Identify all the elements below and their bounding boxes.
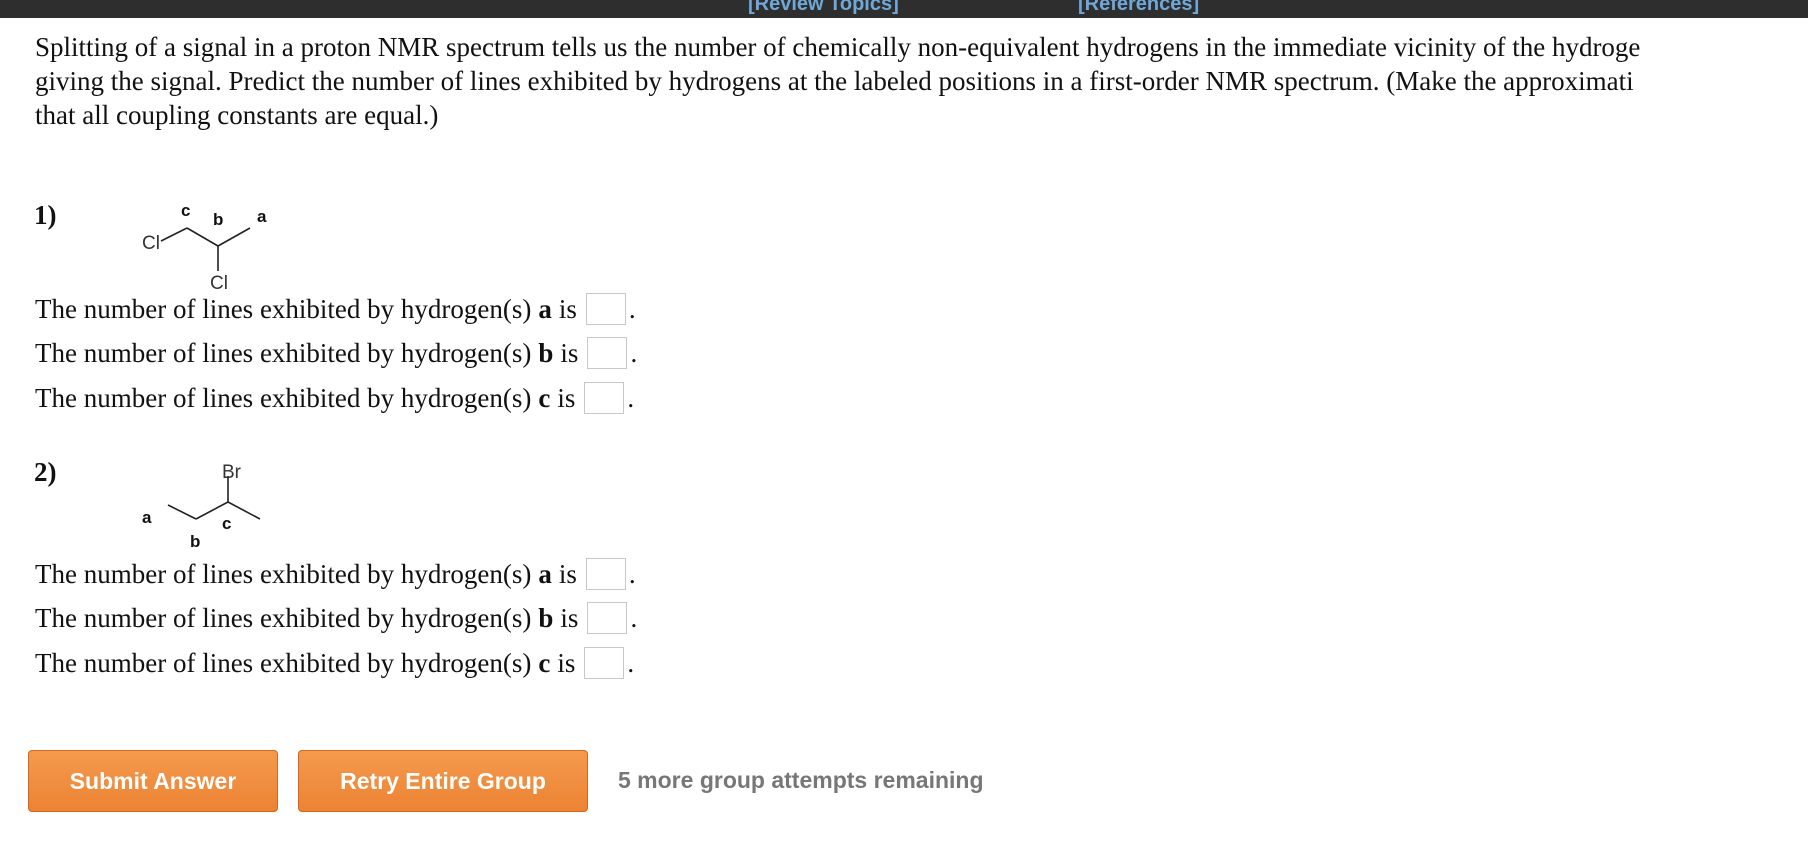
q2-row-a-period: . <box>628 559 636 589</box>
references-link[interactable]: [References] <box>1078 0 1199 16</box>
retry-entire-group-button[interactable]: Retry Entire Group <box>298 750 588 812</box>
question-1-number: 1) <box>34 200 57 230</box>
q2-row-c-is: is <box>557 648 576 678</box>
q2-row-a-prompt: The number of lines exhibited by hydroge… <box>35 559 532 589</box>
q1-row-b-prompt: The number of lines exhibited by hydroge… <box>35 338 532 368</box>
q2-row-a-is: is <box>558 559 577 589</box>
q1-row-a-prompt: The number of lines exhibited by hydroge… <box>35 294 532 324</box>
q1-row-c-period: . <box>627 383 635 413</box>
question-2-molecule-structure: Br a b c <box>142 462 261 551</box>
q2-row-c-label: c <box>538 648 551 678</box>
q2-row-b-period: . <box>630 603 638 633</box>
q2-answer-b-input[interactable] <box>587 602 628 634</box>
q1-label-c: c <box>181 201 190 220</box>
q1-answer-c-input[interactable] <box>584 382 625 414</box>
q2-label-c: c <box>222 514 231 533</box>
instructions-line-1: Splitting of a signal in a proton NMR sp… <box>35 32 1641 62</box>
q1-row-a: The number of lines exhibited by hydroge… <box>35 292 636 326</box>
attempts-remaining-text: 5 more group attempts remaining <box>618 767 984 793</box>
q2-row-c-prompt: The number of lines exhibited by hydroge… <box>35 648 532 678</box>
q1-answer-b-input[interactable] <box>587 337 628 369</box>
q2-label-b: b <box>190 532 200 551</box>
q1-row-c-label: c <box>538 383 551 413</box>
q1-row-c-is: is <box>557 383 576 413</box>
q2-row-b-label: b <box>538 603 554 633</box>
review-topics-link[interactable]: [Review Topics] <box>748 0 899 16</box>
top-navigation-bar: [Review Topics] [References] <box>0 0 1808 18</box>
q2-answer-a-input[interactable] <box>585 558 626 590</box>
instructions-line-3: that all coupling constants are equal.) <box>35 100 439 130</box>
q1-row-a-is: is <box>558 294 577 324</box>
q1-answer-a-input[interactable] <box>585 293 626 325</box>
q1-row-b-label: b <box>538 338 554 368</box>
question-1-molecule-structure: Cl Cl c b a <box>142 201 267 291</box>
q1-chlorine-label-bottom: Cl <box>210 273 228 291</box>
question-2-number: 2) <box>34 457 57 487</box>
q2-row-c-period: . <box>627 648 635 678</box>
question-instructions: Splitting of a signal in a proton NMR sp… <box>35 30 1795 132</box>
submit-answer-button[interactable]: Submit Answer <box>28 750 278 812</box>
q2-bromine-label: Br <box>222 462 242 483</box>
q1-label-a: a <box>257 207 267 226</box>
q2-answer-c-input[interactable] <box>584 647 625 679</box>
q2-row-a: The number of lines exhibited by hydroge… <box>35 557 636 591</box>
q2-label-a: a <box>142 508 152 527</box>
q2-row-b-prompt: The number of lines exhibited by hydroge… <box>35 603 532 633</box>
q2-row-b-is: is <box>560 603 579 633</box>
q1-row-a-period: . <box>628 294 636 324</box>
q1-row-c-prompt: The number of lines exhibited by hydroge… <box>35 383 532 413</box>
q1-label-b: b <box>213 210 223 229</box>
q1-row-b-period: . <box>630 338 638 368</box>
instructions-line-2: giving the signal. Predict the number of… <box>35 66 1634 96</box>
q1-row-b: The number of lines exhibited by hydroge… <box>35 336 637 370</box>
q2-row-c: The number of lines exhibited by hydroge… <box>35 646 634 680</box>
q1-row-b-is: is <box>560 338 579 368</box>
q1-chlorine-label-left: Cl <box>142 233 160 254</box>
q2-row-a-label: a <box>538 559 552 589</box>
q1-row-a-label: a <box>538 294 552 324</box>
q2-row-b: The number of lines exhibited by hydroge… <box>35 601 637 635</box>
q1-row-c: The number of lines exhibited by hydroge… <box>35 381 634 415</box>
